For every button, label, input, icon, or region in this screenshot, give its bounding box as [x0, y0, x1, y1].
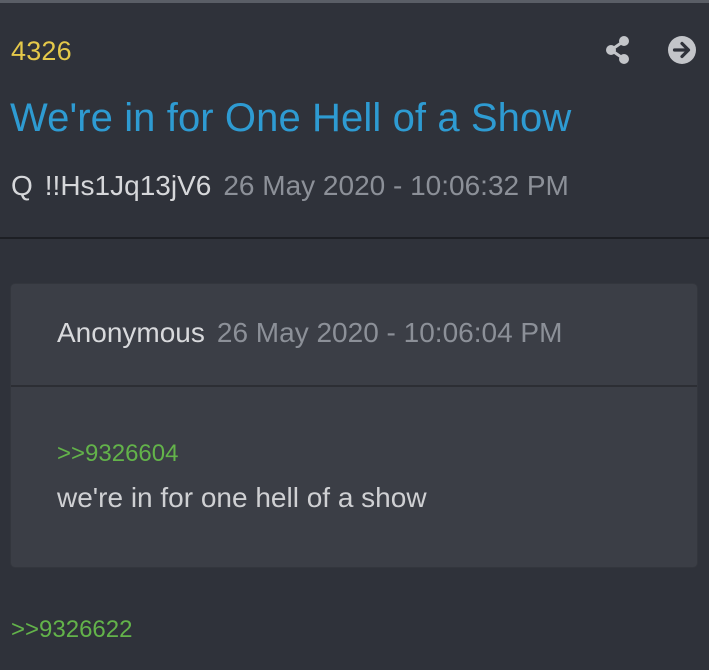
- share-icon[interactable]: [603, 35, 633, 65]
- quoted-post-card: Anonymous 26 May 2020 - 10:06:04 PM >>932…: [11, 284, 697, 567]
- top-border: [0, 0, 709, 3]
- post-title[interactable]: We're in for One Hell of a Show: [10, 96, 571, 141]
- quoted-post-header: Anonymous 26 May 2020 - 10:06:04 PM: [11, 284, 697, 385]
- quoted-post-timestamp: 26 May 2020 - 10:06:04 PM: [216, 317, 563, 348]
- post-timestamp: 26 May 2020 - 10:06:32 PM: [223, 170, 569, 201]
- post-actions: [603, 35, 697, 65]
- post-byline: Q !!Hs1Jq13jV6 26 May 2020 - 10:06:32 PM: [11, 170, 569, 202]
- quoted-post-reply-link[interactable]: >>9326604: [57, 440, 178, 468]
- post-tripcode: !!Hs1Jq13jV6: [44, 170, 212, 201]
- quoted-post-divider: [11, 385, 697, 387]
- post-divider: [0, 237, 709, 239]
- post-reply-link[interactable]: >>9326622: [11, 616, 132, 644]
- quoted-post-byline: Anonymous 26 May 2020 - 10:06:04 PM: [57, 317, 562, 349]
- quoted-post-author: Anonymous: [57, 317, 205, 348]
- post-number: 4326: [11, 36, 72, 66]
- quoted-post-message: we're in for one hell of a show: [57, 482, 427, 513]
- post-author: Q: [11, 170, 33, 201]
- arrow-right-circle-icon[interactable]: [667, 35, 697, 65]
